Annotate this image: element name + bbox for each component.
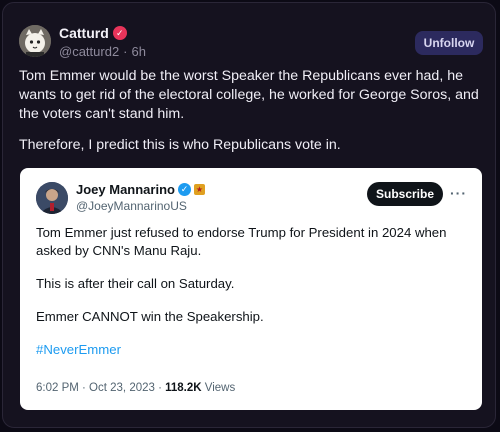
views-label: Views (201, 382, 236, 394)
verified-badge-icon: ✓ (177, 183, 191, 196)
quoted-author-name[interactable]: Joey Mannarino (76, 182, 175, 197)
meta-separator: · (123, 44, 128, 59)
quoted-author-avatar[interactable] (36, 182, 68, 214)
author-avatar[interactable] (19, 25, 51, 57)
quoted-paragraph: Tom Emmer just refused to endorse Trump … (36, 225, 447, 258)
post-body: Tom Emmer would be the worst Speaker the… (19, 67, 489, 167)
subscribe-button[interactable]: Subscribe (367, 182, 443, 206)
quoted-tweet[interactable]: Joey Mannarino ✓ ★ @JoeyMannarinoUS Subs… (20, 168, 482, 410)
quoted-meta: 6:02 PM · Oct 23, 2023 · 118.2K Views (36, 382, 235, 394)
author-handle[interactable]: @catturd2 (59, 44, 119, 59)
verified-badge-icon: ✓ (112, 26, 127, 40)
quoted-author-handle[interactable]: @JoeyMannarinoUS (76, 199, 187, 213)
unfollow-button[interactable]: Unfollow (415, 31, 483, 55)
author-handle-row: @catturd2 · 6h (59, 44, 146, 59)
post-paragraph: Tom Emmer would be the worst Speaker the… (19, 68, 479, 122)
views-count: 118.2K (165, 382, 202, 394)
post-paragraph: Therefore, I predict this is who Republi… (19, 137, 341, 153)
quoted-paragraph: Emmer CANNOT win the Speakership. (36, 309, 264, 324)
post-card: Catturd ✓ @catturd2 · 6h Unfollow Tom Em… (2, 2, 496, 428)
affiliate-badge-icon[interactable]: ★ (193, 184, 205, 195)
more-options-icon[interactable]: ··· (450, 185, 467, 201)
quoted-body: Tom Emmer just refused to endorse Trump … (36, 224, 468, 374)
author-name-row: Catturd ✓ (59, 25, 127, 41)
quoted-paragraph: This is after their call on Saturday. (36, 276, 235, 291)
author-name[interactable]: Catturd (59, 25, 109, 41)
hashtag-link[interactable]: #NeverEmmer (36, 342, 121, 357)
quoted-name-row: Joey Mannarino ✓ ★ (76, 182, 205, 197)
post-time[interactable]: 6h (132, 44, 146, 59)
quoted-timestamp[interactable]: 6:02 PM · Oct 23, 2023 · (36, 382, 165, 394)
